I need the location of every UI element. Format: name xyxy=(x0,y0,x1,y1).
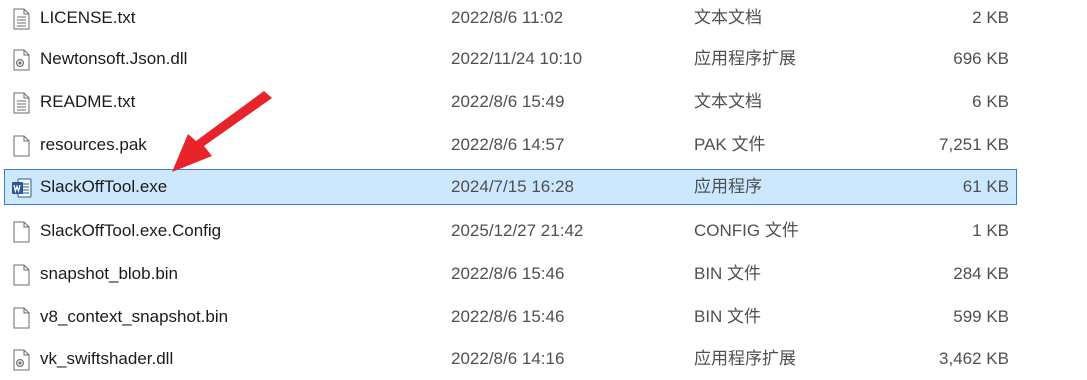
file-size: 1 KB xyxy=(972,221,1009,240)
file-list: LICENSE.txt 2022/8/6 11:02 文本文档 2 KB New… xyxy=(0,0,1087,380)
file-name: resources.pak xyxy=(40,135,147,154)
file-date: 2022/8/6 15:49 xyxy=(451,92,565,111)
file-row-snapshot-blob[interactable]: snapshot_blob.bin 2022/8/6 15:46 BIN 文件 … xyxy=(4,256,1017,292)
file-size: 6 KB xyxy=(972,92,1009,111)
file-size: 599 KB xyxy=(953,307,1009,326)
file-date: 2025/12/27 21:42 xyxy=(451,221,584,240)
file-date: 2022/8/6 14:16 xyxy=(451,349,565,368)
file-type: 应用程序 xyxy=(694,177,762,196)
blank-file-icon xyxy=(11,306,31,329)
file-row-vk-swiftshader[interactable]: vk_swiftshader.dll 2022/8/6 14:16 应用程序扩展… xyxy=(4,341,1017,377)
file-size: 2 KB xyxy=(972,8,1009,27)
file-type: 文本文档 xyxy=(694,92,762,111)
blank-file-icon xyxy=(11,220,31,243)
blank-file-icon xyxy=(11,263,31,286)
file-type: BIN 文件 xyxy=(694,264,762,283)
file-size: 696 KB xyxy=(953,49,1009,68)
file-row-slackofftool-config[interactable]: SlackOffTool.exe.Config 2025/12/27 21:42… xyxy=(4,213,1017,249)
file-date: 2022/8/6 15:46 xyxy=(451,264,565,283)
file-row-license[interactable]: LICENSE.txt 2022/8/6 11:02 文本文档 2 KB xyxy=(4,0,1017,36)
file-type: BIN 文件 xyxy=(694,307,762,326)
dll-file-icon xyxy=(11,348,31,371)
blank-file-icon xyxy=(11,134,31,157)
text-file-icon xyxy=(11,91,31,114)
file-row-v8-context-snapshot[interactable]: v8_context_snapshot.bin 2022/8/6 15:46 B… xyxy=(4,299,1017,335)
file-size: 284 KB xyxy=(953,264,1009,283)
file-name: SlackOffTool.exe xyxy=(40,177,168,196)
file-date: 2022/8/6 11:02 xyxy=(451,8,564,27)
word-app-icon xyxy=(11,176,32,198)
file-row-resources-pak[interactable]: resources.pak 2022/8/6 14:57 PAK 文件 7,25… xyxy=(4,127,1017,163)
file-name: vk_swiftshader.dll xyxy=(40,349,174,368)
file-size: 61 KB xyxy=(962,177,1009,196)
file-name: Newtonsoft.Json.dll xyxy=(40,49,188,68)
file-date: 2022/8/6 14:57 xyxy=(451,135,565,154)
file-name: README.txt xyxy=(40,92,136,111)
text-file-icon xyxy=(11,7,31,30)
file-date: 2022/11/24 10:10 xyxy=(451,49,583,68)
file-type: 应用程序扩展 xyxy=(694,49,796,68)
file-name: LICENSE.txt xyxy=(40,8,136,27)
file-type: CONFIG 文件 xyxy=(694,221,799,240)
file-row-newtonsoft[interactable]: Newtonsoft.Json.dll 2022/11/24 10:10 应用程… xyxy=(4,41,1017,77)
file-date: 2024/7/15 16:28 xyxy=(451,177,574,196)
file-size: 3,462 KB xyxy=(939,349,1009,368)
dll-file-icon xyxy=(11,48,31,71)
file-name: SlackOffTool.exe.Config xyxy=(40,221,222,240)
file-row-slackofftool-exe[interactable]: SlackOffTool.exe 2024/7/15 16:28 应用程序 61… xyxy=(4,169,1017,205)
file-name: snapshot_blob.bin xyxy=(40,264,179,283)
file-size: 7,251 KB xyxy=(939,135,1009,154)
file-type: 应用程序扩展 xyxy=(694,349,796,368)
file-name: v8_context_snapshot.bin xyxy=(40,307,229,326)
file-type: PAK 文件 xyxy=(694,135,766,154)
file-type: 文本文档 xyxy=(694,8,762,27)
file-row-readme[interactable]: README.txt 2022/8/6 15:49 文本文档 6 KB xyxy=(4,84,1017,120)
file-date: 2022/8/6 15:46 xyxy=(451,307,565,326)
